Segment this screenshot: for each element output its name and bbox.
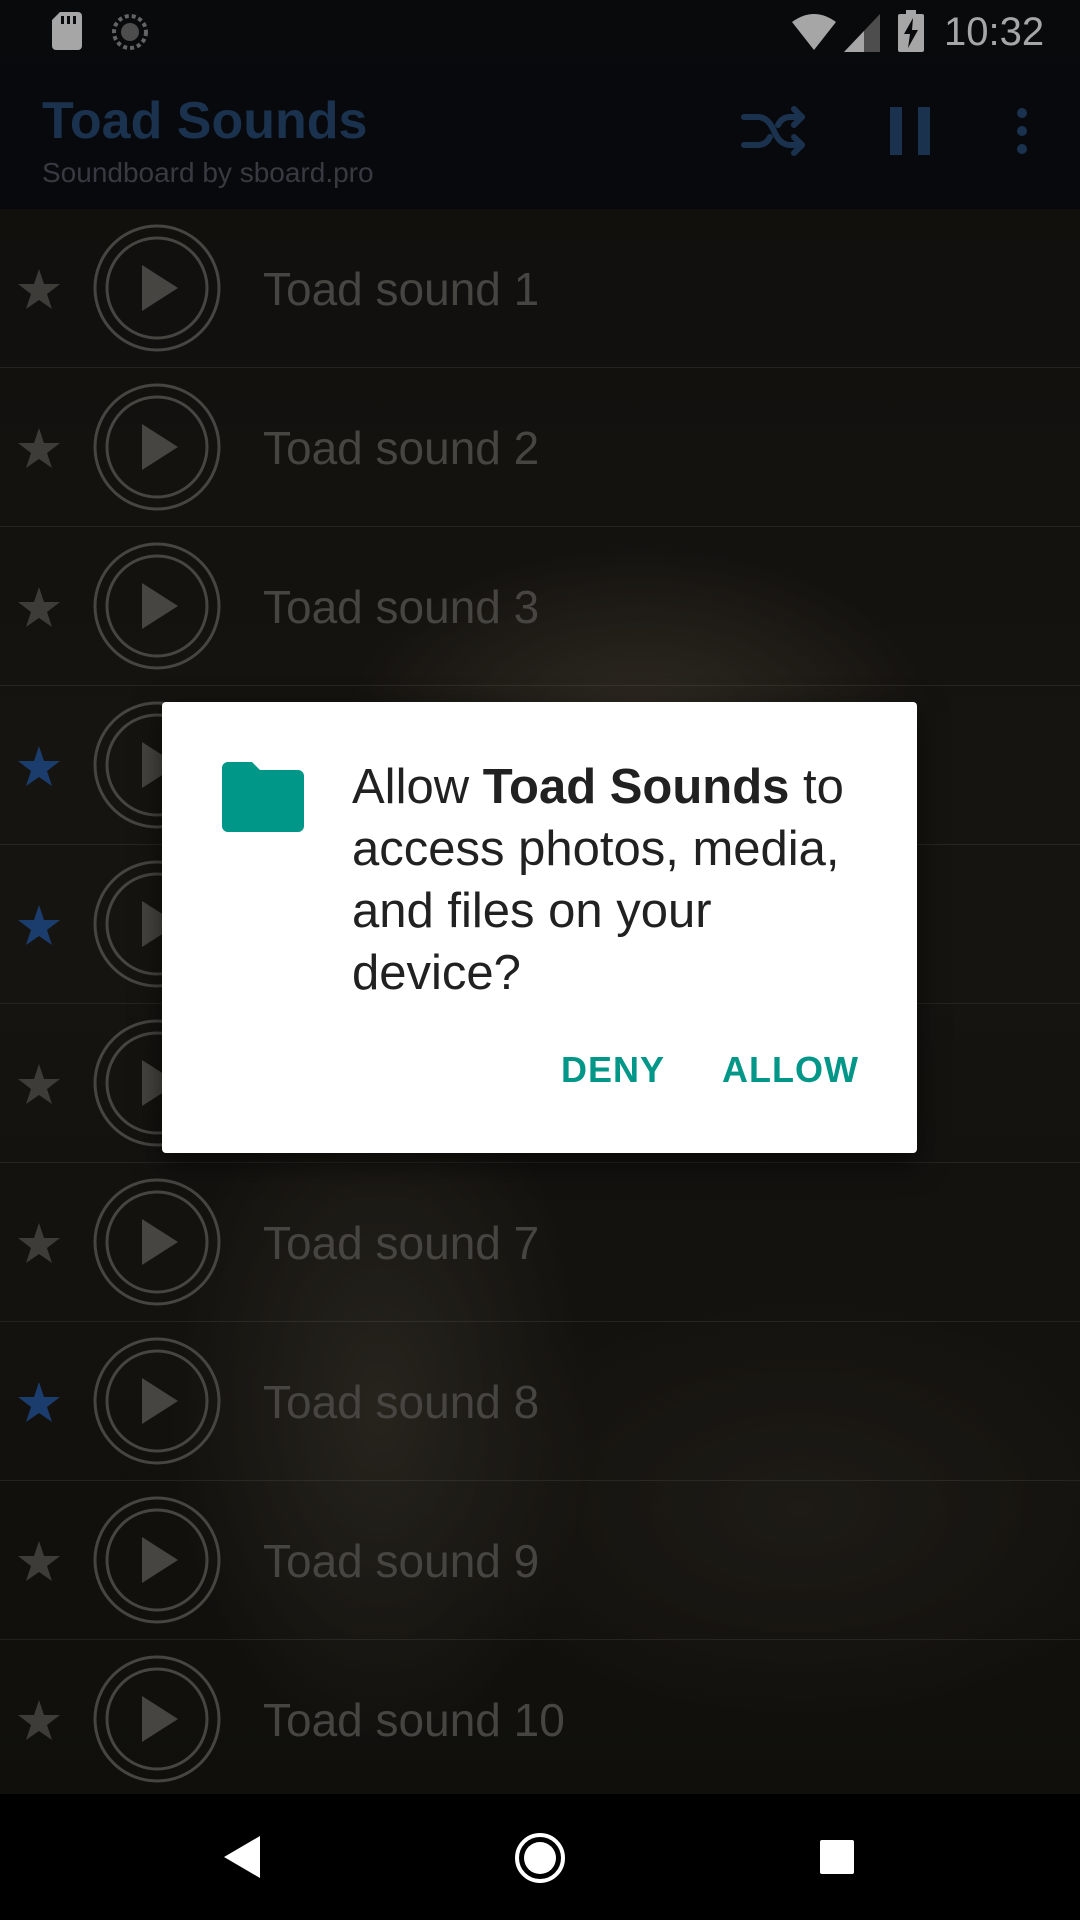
permission-dialog: Allow Toad Sounds to access photos, medi…	[162, 702, 917, 1153]
back-icon[interactable]	[224, 1836, 260, 1878]
message-prefix: Allow	[352, 760, 483, 814]
folder-icon	[222, 762, 304, 832]
permission-message: Allow Toad Sounds to access photos, medi…	[352, 756, 892, 1004]
allow-button[interactable]: ALLOW	[722, 1048, 859, 1092]
home-icon[interactable]	[514, 1832, 566, 1884]
recents-icon[interactable]	[820, 1840, 854, 1874]
deny-button[interactable]: DENY	[561, 1048, 665, 1092]
message-app-name: Toad Sounds	[482, 760, 790, 814]
navigation-bar	[0, 1794, 1080, 1920]
